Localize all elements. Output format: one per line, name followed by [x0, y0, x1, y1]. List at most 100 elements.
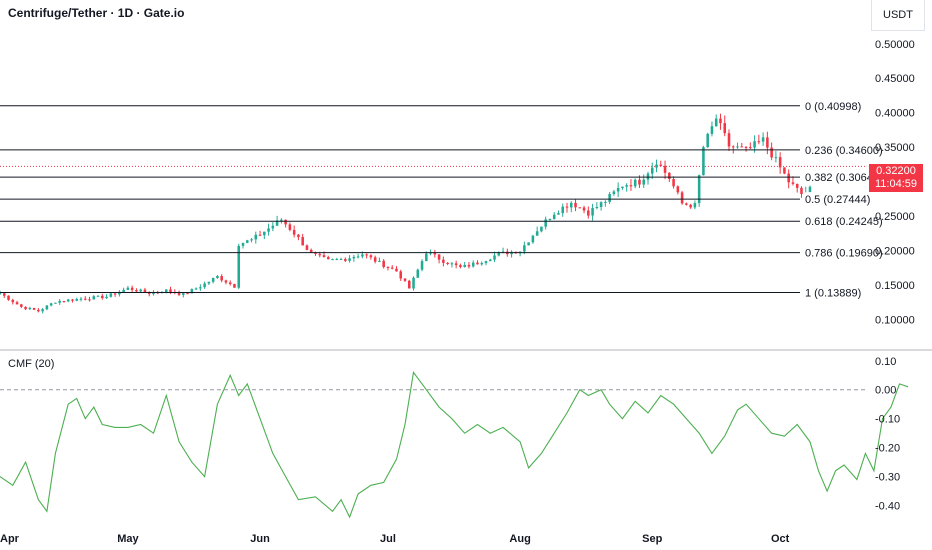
candle-body [753, 141, 756, 148]
candle-body [454, 263, 458, 266]
candle-body [736, 146, 739, 148]
candle-body [24, 306, 27, 310]
candle-body [714, 118, 718, 127]
price-tick-label: 0.20000 [875, 245, 915, 257]
candle-body [723, 123, 727, 134]
price-pane [0, 113, 865, 314]
candle-body [638, 179, 641, 185]
month-label: Apr [0, 533, 20, 545]
candle-body [7, 295, 10, 300]
candle-body [241, 242, 245, 246]
fib-label: 0.236 (0.34600) [805, 145, 883, 157]
candle-body [595, 207, 599, 209]
candle-body [484, 261, 488, 264]
candle-body [582, 207, 586, 211]
axes: 0.500000.450000.400000.350000.300000.250… [0, 39, 932, 545]
candle-body [668, 172, 671, 180]
candle-body [339, 258, 343, 260]
candle-body [476, 262, 479, 265]
candle-body [373, 257, 377, 262]
candle-body [352, 256, 356, 259]
candle-body [271, 225, 275, 229]
candle-body [0, 293, 2, 295]
cmf-tick-label: -0.30 [875, 472, 900, 484]
candle-body [399, 271, 403, 279]
candle-body [224, 280, 228, 283]
candle-body [459, 265, 462, 267]
candle-body [135, 290, 138, 292]
candle-body [365, 254, 368, 256]
candle-body [778, 157, 782, 168]
candle-body [164, 289, 168, 293]
candle-body [177, 292, 181, 295]
candle-body [680, 192, 684, 204]
candle-body [71, 299, 74, 301]
candle-body [480, 263, 484, 265]
candle-body [254, 234, 258, 240]
candle-body [672, 179, 675, 187]
candle-body [808, 186, 812, 193]
candle-body [531, 235, 535, 243]
candle-body [318, 253, 322, 256]
month-label: Jun [250, 533, 270, 545]
candle-body [79, 298, 83, 300]
candle-body [719, 118, 722, 124]
candle-body [540, 226, 543, 232]
candle-body [322, 255, 326, 258]
candle-body [250, 239, 253, 241]
candle-body [599, 202, 603, 208]
candle-body [66, 299, 70, 302]
candle-body [335, 259, 339, 261]
candle-body [382, 260, 385, 268]
cmf-tick-label: -0.20 [875, 443, 900, 455]
candle-body [625, 185, 628, 187]
candle-body [655, 164, 658, 168]
candle-body [557, 213, 560, 215]
candle-body [442, 259, 445, 263]
candle-body [32, 307, 36, 310]
candle-body [207, 281, 211, 284]
candle-body [702, 147, 705, 176]
candle-body [41, 309, 44, 312]
candle-body [403, 278, 407, 281]
price-tick-label: 0.35000 [875, 142, 915, 154]
candle-body [88, 299, 91, 301]
cmf-line [0, 371, 909, 519]
fib-label: 0.5 (0.27444) [805, 194, 870, 206]
candle-body [356, 256, 360, 258]
candle-body [211, 278, 215, 282]
candle-body [535, 231, 539, 236]
candle-body [591, 208, 594, 216]
currency-selector[interactable]: USDT [871, 0, 925, 31]
candle-body [574, 202, 577, 208]
candle-body [369, 255, 373, 258]
candle-body [228, 282, 232, 285]
price-tick-label: 0.10000 [875, 314, 915, 326]
candle-body [446, 262, 449, 265]
indicator-title[interactable]: CMF (20) [8, 358, 54, 370]
cmf-tick-label: 0.10 [875, 356, 896, 368]
candle-body [744, 146, 748, 148]
candle-body [113, 293, 117, 295]
cmf-tick-label: -0.10 [875, 414, 900, 426]
candle-body [186, 293, 189, 295]
candle-body [774, 157, 778, 159]
candle-body [92, 296, 96, 300]
candle-body [493, 255, 496, 260]
candle-body [45, 305, 49, 310]
candle-body [659, 164, 663, 166]
candle-body [621, 186, 624, 188]
candle-body [527, 242, 530, 246]
candle-body [194, 288, 198, 290]
chart-canvas[interactable]: 0 (0.40998)0.236 (0.34600)0.382 (0.30642… [0, 0, 932, 550]
candle-body [390, 267, 394, 269]
candle-body [216, 276, 219, 279]
candle-body [544, 219, 547, 227]
candle-body [552, 214, 556, 220]
price-tick-label: 0.25000 [875, 211, 915, 223]
candle-body [101, 295, 104, 299]
candle-body [301, 237, 304, 246]
cmf-tick-label: 0.00 [875, 385, 896, 397]
candle-body [693, 203, 697, 208]
fib-label: 0.618 (0.24245) [805, 216, 883, 228]
